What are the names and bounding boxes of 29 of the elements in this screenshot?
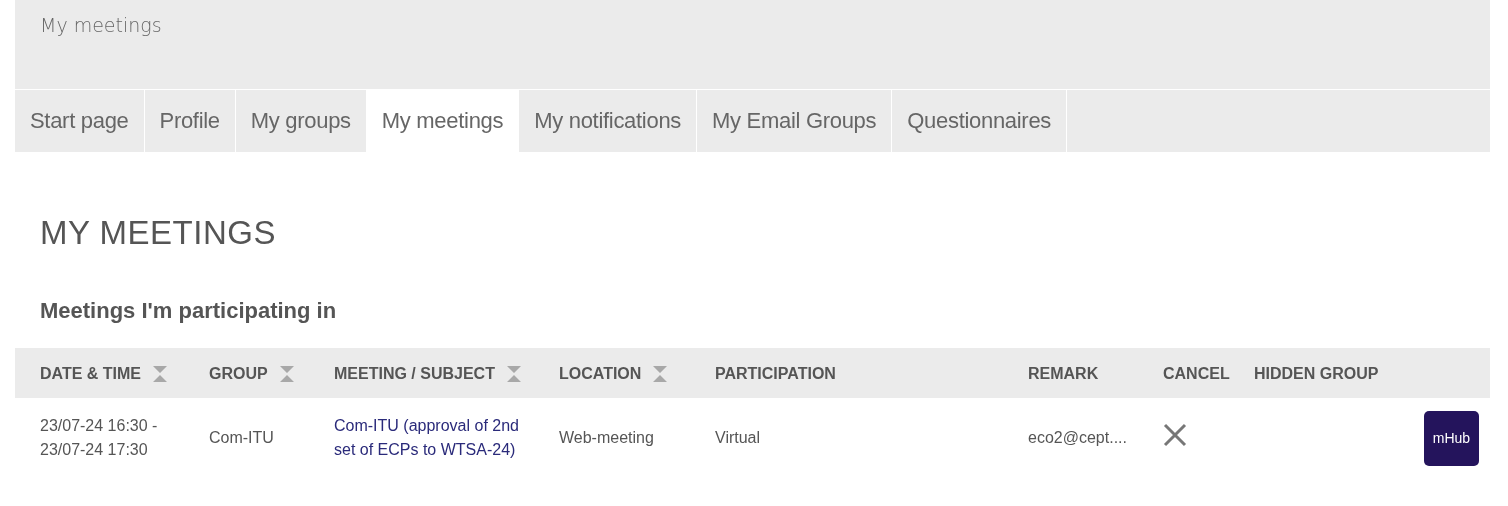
- sort-icon[interactable]: [653, 365, 668, 382]
- sort-icon[interactable]: [153, 365, 168, 382]
- column-header[interactable]: DATE & TIME: [40, 364, 168, 383]
- sort-icon[interactable]: [506, 365, 521, 382]
- column-header: PARTICIPATION: [715, 364, 836, 383]
- mhub-button[interactable]: mHub: [1424, 410, 1479, 466]
- meeting-link[interactable]: Com-ITU (approval of 2nd set of ECPs to WTSA-24): [334, 414, 544, 462]
- column-header[interactable]: MEETING / SUBJECT: [334, 364, 521, 383]
- table-cell: Com-ITU: [209, 429, 274, 446]
- table-cell: Virtual: [715, 429, 761, 446]
- table-cell: Web-meeting: [559, 429, 654, 446]
- page-heading: MY MEETINGS: [40, 214, 277, 252]
- section-heading: Meetings I'm participating in: [40, 298, 338, 324]
- column-header: HIDDEN GROUP: [1254, 364, 1379, 383]
- nav-tab[interactable]: My notifications: [519, 90, 698, 152]
- sort-icon[interactable]: [279, 365, 294, 382]
- table-cell: eco2@cept....: [1028, 429, 1127, 446]
- nav-tab[interactable]: Start page: [15, 90, 145, 152]
- close-icon[interactable]: [1163, 422, 1187, 447]
- column-header[interactable]: GROUP: [209, 364, 294, 383]
- column-header[interactable]: LOCATION: [559, 364, 668, 383]
- nav-tab[interactable]: My groups: [235, 90, 367, 152]
- page-header-title: My meetings: [40, 14, 162, 36]
- table-cell: 23/07-24 16:30 - 23/07-24 17:30: [40, 417, 158, 458]
- column-header: CANCEL: [1163, 364, 1230, 383]
- nav-tab[interactable]: Profile: [144, 90, 236, 152]
- column-header: REMARK: [1028, 364, 1099, 383]
- nav-tab[interactable]: Questionnaires: [892, 90, 1068, 152]
- nav-tab[interactable]: My Email Groups: [697, 90, 893, 152]
